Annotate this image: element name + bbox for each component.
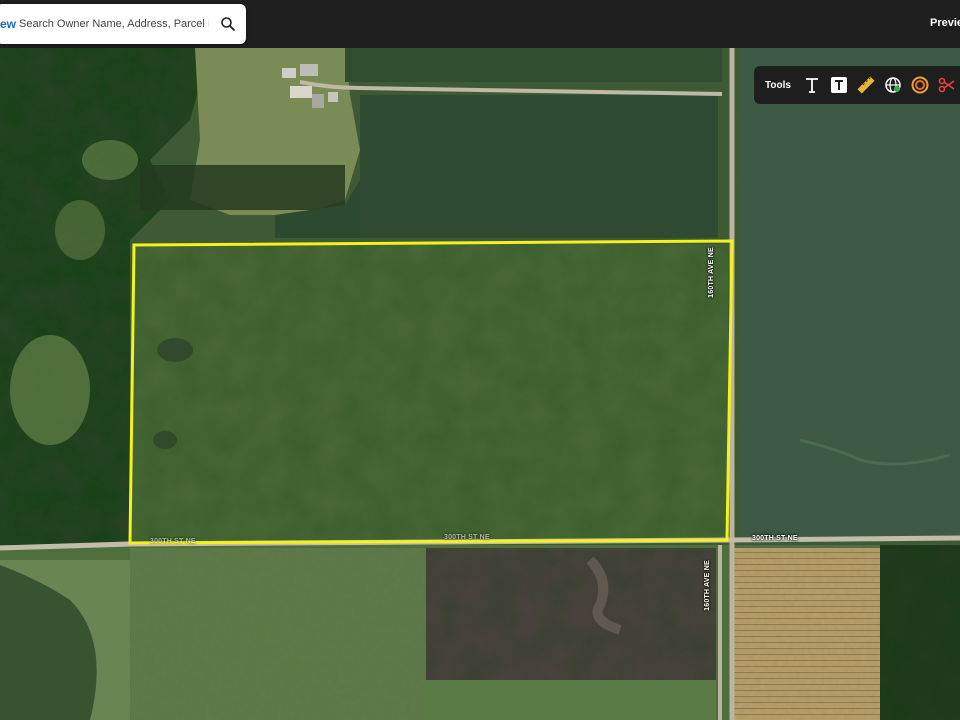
text-box-tool-button[interactable]	[826, 71, 853, 99]
text-icon	[806, 78, 819, 93]
map-imagery	[0, 48, 960, 720]
ruler-tool-button[interactable]	[853, 71, 880, 99]
road-label-160th-lower: 160TH AVE NE	[703, 560, 711, 611]
north-field	[345, 48, 722, 82]
ruler-icon	[857, 76, 875, 94]
top-bar: ew Previe	[0, 0, 960, 48]
search-prefix-label: ew	[0, 17, 17, 31]
search-box[interactable]: ew	[0, 4, 246, 44]
tools-label: Tools	[765, 79, 791, 91]
road-label-300th-left: 300TH ST NE	[150, 538, 196, 545]
scissors-tool-button[interactable]	[933, 71, 960, 99]
scissors-icon	[938, 77, 955, 93]
search-icon[interactable]	[220, 16, 236, 32]
road-label-300th-right: 300TH ST NE	[752, 535, 798, 542]
buffer-tool-button[interactable]	[906, 71, 933, 99]
forest-clearing	[10, 335, 90, 445]
buffer-ring-icon	[911, 76, 929, 94]
wet-spot	[157, 338, 193, 362]
globe-tool-button[interactable]	[879, 71, 906, 99]
farm-building	[282, 68, 296, 78]
search-input[interactable]	[19, 18, 210, 30]
road-label-300th-mid: 300TH ST NE	[444, 534, 490, 541]
text-box-icon	[831, 77, 848, 93]
tools-panel: Tools	[754, 66, 960, 104]
road-label-160th-upper: 160TH AVE NE	[707, 247, 715, 298]
preview-link[interactable]: Previe	[930, 17, 960, 29]
text-tool-button[interactable]	[799, 71, 826, 99]
globe-icon	[885, 77, 901, 93]
satellite-map[interactable]: 160TH AVE NE 160TH AVE NE 300TH ST NE 30…	[0, 48, 960, 720]
